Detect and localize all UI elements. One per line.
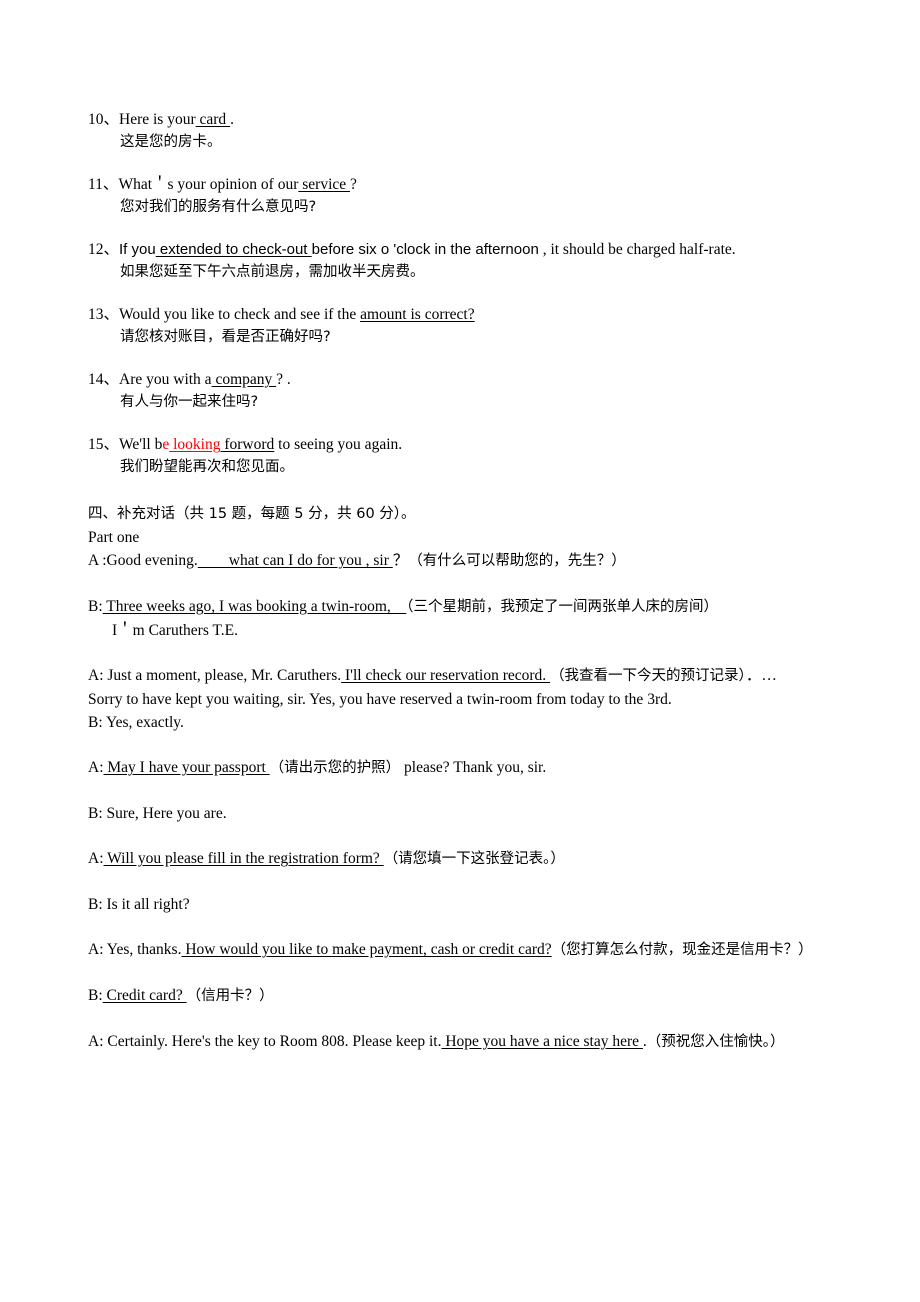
item-number: 11、	[88, 176, 119, 193]
item-blank-answer: service	[298, 176, 351, 193]
part-label: Part one	[88, 529, 140, 546]
dialogue-text-after: please? Thank you, sir.	[400, 759, 547, 776]
item-number: 12、	[88, 241, 120, 258]
exercise-item-11-chinese: 您对我们的服务有什么意见吗?	[120, 199, 317, 215]
exercise-item-13-english: 13、Would you like to check and see if th…	[88, 303, 870, 326]
dialogue-chinese: （预祝您入住愉快。）	[646, 1034, 785, 1050]
item-text-after: ?	[350, 176, 357, 193]
exercise-item-15: 15、We'll be looking forword to seeing yo…	[88, 433, 870, 479]
item-text-before: Are you with a	[119, 371, 212, 388]
dialogue-chinese: （有什么可以帮助您的，先生？）	[408, 553, 626, 569]
dialogue-line-continued: Sorry to have kept you waiting, sir. Yes…	[88, 691, 672, 708]
dialogue-speaker: B:	[88, 987, 103, 1004]
dialogue-turn-8: A: Yes, thanks. How would you like to ma…	[88, 938, 870, 962]
dialogue-turn-10: A: Certainly. Here's the key to Room 808…	[88, 1030, 870, 1054]
dialogue-speaker: A: Just a moment, please, Mr. Caruthers.	[88, 667, 342, 684]
section-heading: 四、补充对话（共 15 题，每题 5 分，共 60 分）。	[88, 506, 416, 522]
dialogue-chinese: （信用卡？）	[186, 988, 274, 1004]
dialogue-speaker: A: Certainly. Here's the key to Room 808…	[88, 1033, 442, 1050]
exercise-item-10: 10、Here is your card . 这是您的房卡。	[88, 108, 870, 154]
dialogue-speaker: A:	[88, 759, 104, 776]
item-text-middle: before six o 'clock in the afternoon	[311, 241, 539, 258]
dialogue-line: A: May I have your passport （请出示您的护照） pl…	[88, 756, 870, 780]
dialogue-line: B: Is it all right?	[88, 896, 190, 913]
item-text-before: What＇s your opinion of our	[118, 176, 299, 193]
dialogue-speaker: A :Good evening.	[88, 552, 198, 569]
exercise-item-12-english: 12、If you extended to check-out before s…	[88, 238, 870, 261]
item-number: 14、	[88, 371, 120, 388]
exercise-item-12: 12、If you extended to check-out before s…	[88, 238, 870, 284]
dialogue-turn-1: A :Good evening. what can I do for you ,…	[88, 549, 870, 573]
exercise-item-10-chinese: 这是您的房卡。	[120, 134, 222, 150]
item-blank-answer: forword	[220, 436, 275, 453]
exercise-item-14: 14、Are you with a company ? . 有人与你一起来住吗?	[88, 368, 870, 414]
dialogue-turn-2: B: Three weeks ago, I was booking a twin…	[88, 595, 870, 642]
exercise-item-14-chinese: 有人与你一起来住吗?	[120, 394, 259, 410]
dialogue-turn-6: A: Will you please fill in the registrat…	[88, 847, 870, 871]
item-blank-answer: extended to check-out	[155, 241, 312, 258]
document-page: 10、Here is your card . 这是您的房卡。 11、What＇s…	[0, 0, 920, 1302]
item-correction-blank: looking	[169, 436, 221, 453]
dialogue-line: A :Good evening. what can I do for you ,…	[88, 549, 870, 573]
item-text-before: Would you like to check and see if the	[119, 306, 361, 323]
dialogue-chinese: （我查看一下今天的预订记录）	[550, 668, 746, 684]
dialogue-turn-4: A: May I have your passport （请出示您的护照） pl…	[88, 756, 870, 780]
exercise-item-15-chinese: 我们盼望能再次和您见面。	[120, 459, 294, 475]
exercise-item-13: 13、Would you like to check and see if th…	[88, 303, 870, 349]
dialogue-chinese: （您打算怎么付款，现金还是信用卡？）	[551, 942, 813, 958]
dialogue-blank-answer: Three weeks ago, I was booking a twin-ro…	[102, 598, 407, 615]
dialogue-turn-3: A: Just a moment, please, Mr. Caruthers.…	[88, 664, 870, 734]
dialogue-line: B: Three weeks ago, I was booking a twin…	[88, 595, 870, 619]
item-blank-answer: company	[211, 371, 277, 388]
item-text-before: We'll b	[119, 436, 163, 453]
item-text-after: , it should be charged half-rate.	[538, 241, 736, 258]
item-text-before: Here is your	[119, 111, 196, 128]
dialogue-blank-answer: I'll check our reservation record.	[341, 667, 551, 684]
dialogue-speaker: B:	[88, 598, 103, 615]
dialogue-line-continued: I＇m Caruthers T.E.	[112, 622, 238, 639]
exercise-item-10-english: 10、Here is your card .	[88, 108, 870, 131]
exercise-item-11: 11、What＇s your opinion of our service ? …	[88, 173, 870, 219]
dialogue-ellipsis: ．…	[745, 667, 777, 684]
dialogue-line: B: Credit card? （信用卡？）	[88, 984, 870, 1008]
dialogue-line-reply: B: Yes, exactly.	[88, 714, 184, 731]
dialogue-blank-answer: Credit card?	[102, 987, 187, 1004]
item-number: 15、	[88, 436, 120, 453]
dialogue-blank-answer: what can I do for you , sir	[197, 552, 393, 569]
item-number: 10、	[88, 111, 120, 128]
item-blank-answer: card	[195, 111, 231, 128]
item-text-after: .	[230, 111, 234, 128]
dialogue-turn-9: B: Credit card? （信用卡？）	[88, 984, 870, 1008]
exercise-item-11-english: 11、What＇s your opinion of our service ?	[88, 173, 870, 196]
item-blank-answer: amount is correct?	[360, 306, 475, 323]
item-text-after: ? .	[276, 371, 291, 388]
dialogue-turn-7: B: Is it all right?	[88, 893, 870, 916]
dialogue-blank-answer: May I have your passport	[103, 759, 270, 776]
dialogue-chinese: （请出示您的护照）	[269, 760, 401, 776]
exercise-item-14-english: 14、Are you with a company ? .	[88, 368, 870, 391]
item-number: 13、	[88, 306, 120, 323]
dialogue-chinese: （三个星期前，我预定了一间两张单人床的房间）	[406, 599, 719, 615]
item-text-after: to seeing you again.	[274, 436, 403, 453]
dialogue-blank-answer: Hope you have a nice stay here	[441, 1033, 643, 1050]
dialogue-turn-5: B: Sure, Here you are.	[88, 802, 870, 825]
exercise-item-12-chinese: 如果您延至下午六点前退房，需加收半天房费。	[120, 264, 425, 280]
dialogue-line: A: Yes, thanks. How would you like to ma…	[88, 938, 870, 962]
dialogue-blank-answer: Will you please fill in the registration…	[103, 850, 384, 867]
dialogue-line: A: Will you please fill in the registrat…	[88, 847, 870, 871]
dialogue-blank-answer: How would you like to make payment, cash…	[181, 941, 552, 958]
item-text-before: If you	[119, 241, 156, 258]
dialogue-line: B: Sure, Here you are.	[88, 805, 227, 822]
dialogue-line: A: Just a moment, please, Mr. Caruthers.…	[88, 664, 870, 688]
exercise-item-15-english: 15、We'll be looking forword to seeing yo…	[88, 433, 870, 456]
dialogue-line: A: Certainly. Here's the key to Room 808…	[88, 1030, 870, 1054]
dialogue-text-after: ？	[392, 552, 409, 569]
dialogue-speaker: A: Yes, thanks.	[88, 941, 182, 958]
dialogue-chinese: （请您填一下这张登记表。）	[383, 851, 565, 867]
exercise-item-13-chinese: 请您核对账目，看是否正确好吗?	[120, 329, 331, 345]
dialogue-speaker: A:	[88, 850, 104, 867]
